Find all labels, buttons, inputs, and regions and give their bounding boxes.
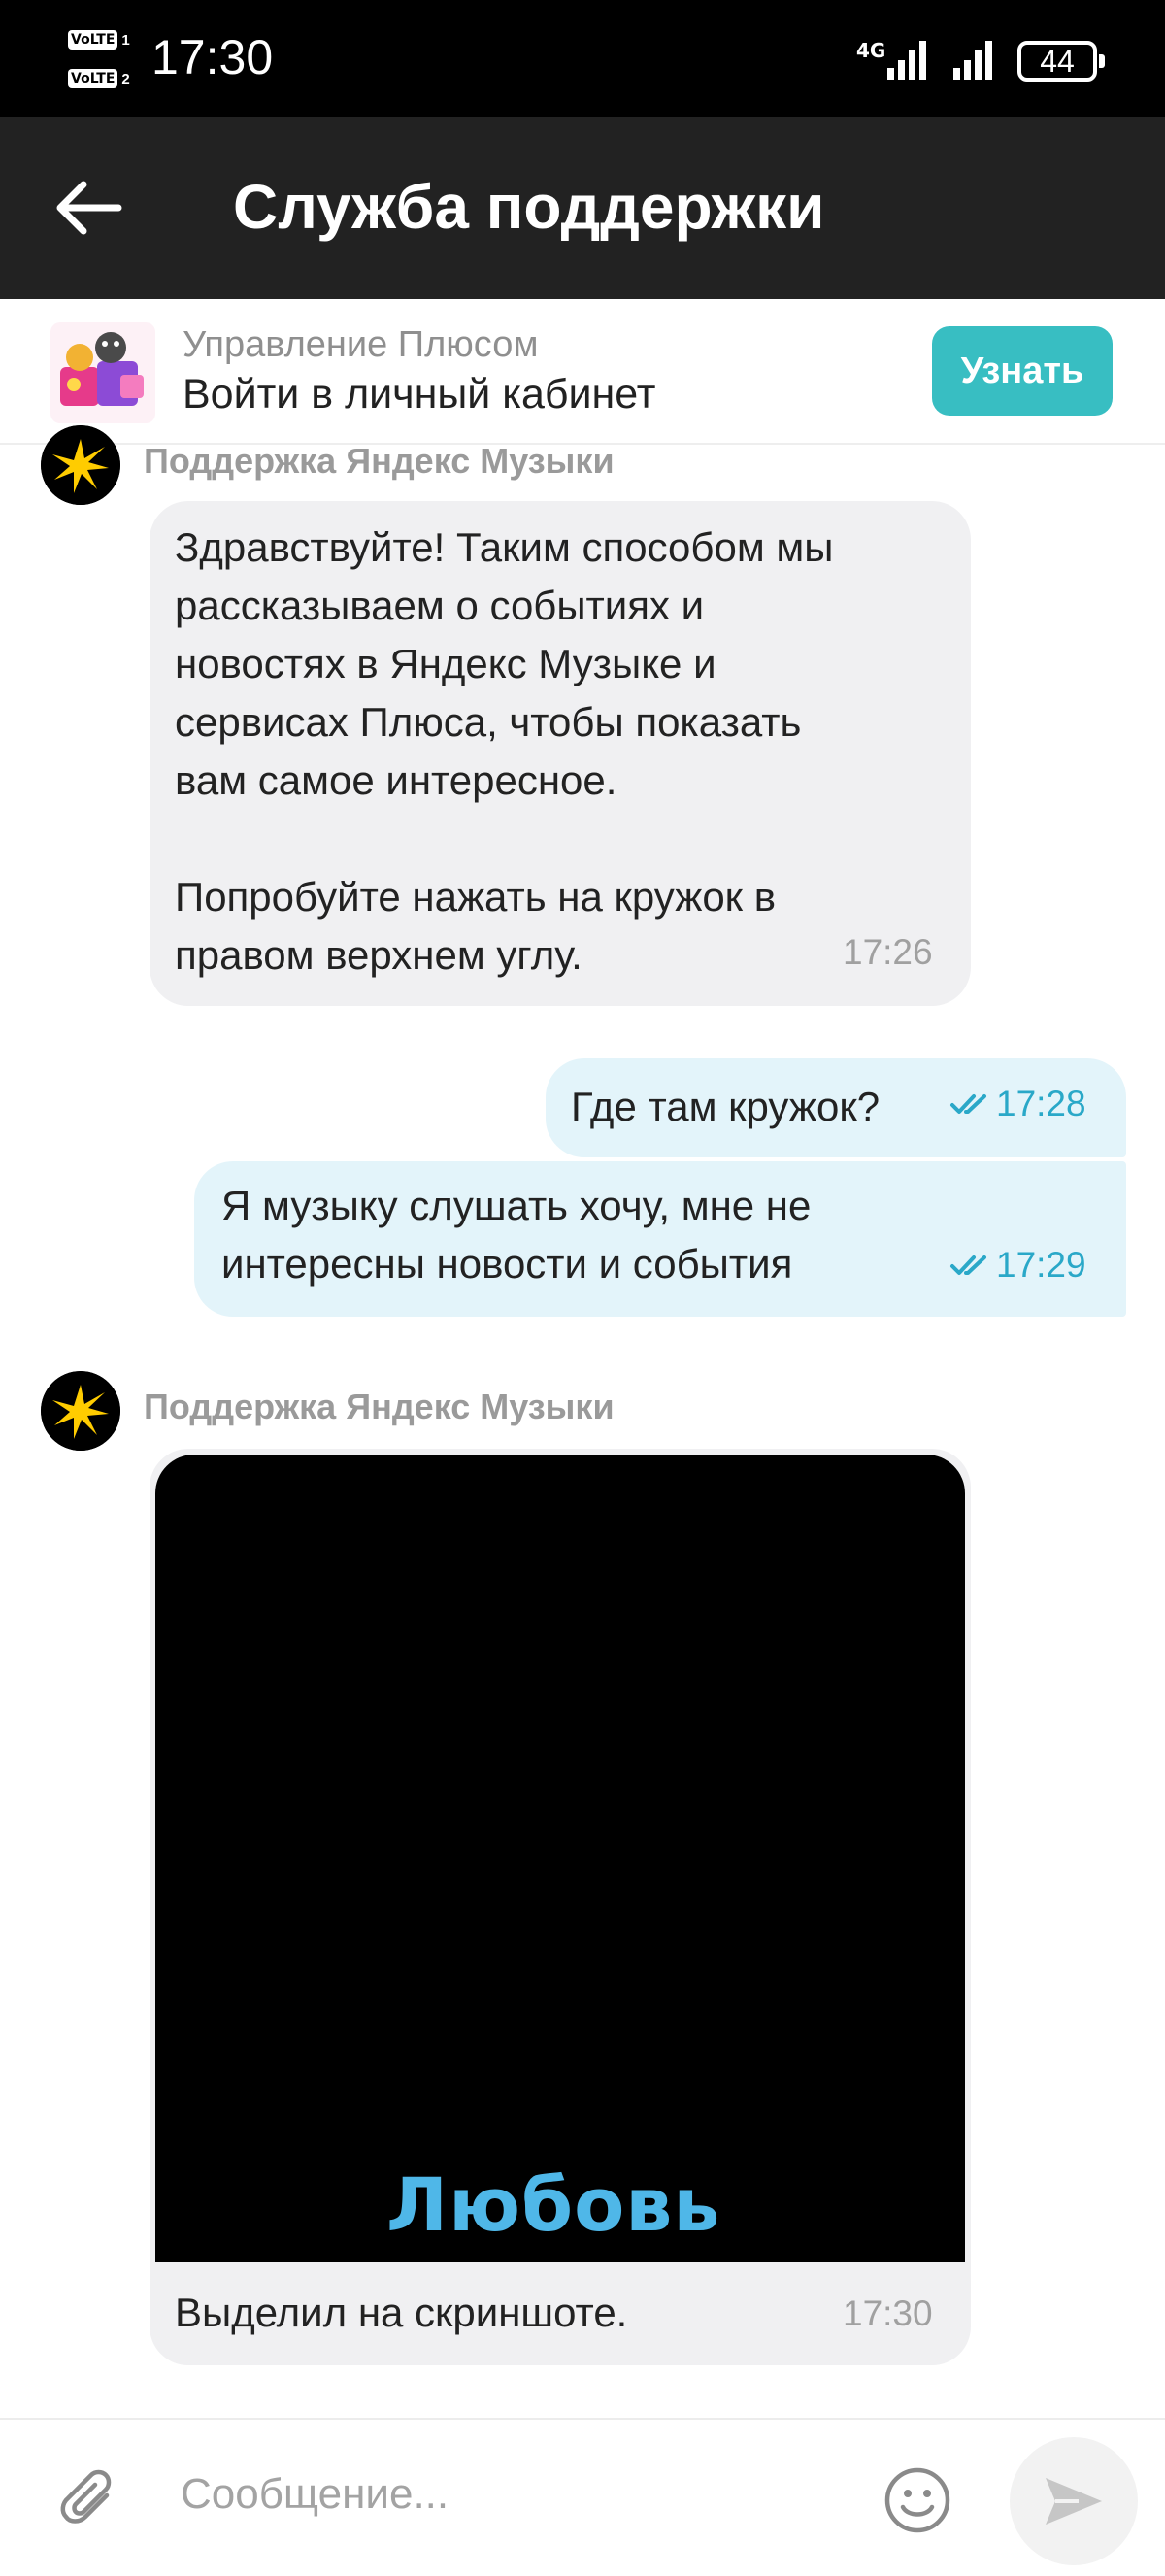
message-meta: 17:28 [949, 1084, 1086, 1124]
sender-name: Поддержка Яндекс Музыки [144, 441, 615, 481]
battery-icon: 44 [1017, 41, 1105, 82]
message-meta: 17:29 [949, 1245, 1086, 1286]
status-bar: VoLTE 1 VoLTE 2 17:30 4G 44 [0, 0, 1165, 117]
message-bubble[interactable]: Где там кружок? 17:28 [546, 1058, 1126, 1157]
sim2-indicator: VoLTE 2 [68, 66, 138, 91]
screenshot-image[interactable]: Любовь [155, 1455, 965, 2262]
sender-name: Поддержка Яндекс Музыки [144, 1387, 615, 1426]
sim1-indicator: VoLTE 1 [68, 27, 138, 52]
message-bubble[interactable]: Я музыку слушать хочу, мне не интересны … [194, 1161, 1126, 1317]
message-text: Где там кружок? [571, 1084, 881, 1129]
message-bubble[interactable]: Здравствуйте! Таким способом мы рассказы… [150, 501, 971, 1006]
avatar[interactable] [41, 425, 120, 505]
promo-title[interactable]: Войти в личный кабинет [183, 371, 655, 418]
smiley-icon[interactable] [882, 2464, 953, 2536]
signal-icon [953, 41, 992, 80]
double-check-icon [950, 1255, 986, 1275]
message-text: Я музыку слушать хочу, мне не интересны … [221, 1183, 812, 1287]
message-time: 17:26 [843, 932, 933, 972]
yandex-music-logo-icon [41, 425, 120, 505]
message-time: 17:28 [996, 1084, 1086, 1123]
yandex-music-logo-icon [41, 1371, 120, 1451]
send-icon [1046, 2478, 1102, 2525]
message-composer: Сообщение... [0, 2418, 1165, 2576]
send-button[interactable] [1010, 2437, 1138, 2565]
sim1-slot: 1 [121, 31, 130, 49]
paperclip-icon[interactable] [56, 2466, 126, 2536]
double-check-icon [950, 1094, 986, 1114]
app-bar: Служба поддержки [0, 117, 1165, 299]
message-time: 17:30 [843, 2293, 933, 2333]
arrow-left-icon[interactable] [50, 177, 128, 239]
learn-more-button[interactable]: Узнать [932, 326, 1113, 416]
avatar[interactable] [41, 1371, 120, 1451]
promo-subtitle: Управление Плюсом [183, 324, 539, 365]
status-time: 17:30 [151, 30, 274, 84]
signal-icon [887, 41, 926, 80]
image-text: Любовь [386, 2161, 721, 2248]
page-title: Служба поддержки [233, 172, 825, 242]
sim1-label: VoLTE [68, 30, 118, 50]
message-text: Здравствуйте! Таким способом мы рассказы… [175, 524, 834, 978]
message-input[interactable]: Сообщение... [181, 2470, 449, 2519]
sim2-slot: 2 [121, 70, 130, 87]
message-text: Выделил на скриншоте. [175, 2290, 628, 2335]
sim2-label: VoLTE [68, 69, 118, 88]
promo-image [50, 322, 155, 423]
message-time: 17:29 [996, 1245, 1086, 1285]
promo-banner[interactable]: Управление Плюсом Войти в личный кабинет… [0, 299, 1165, 445]
